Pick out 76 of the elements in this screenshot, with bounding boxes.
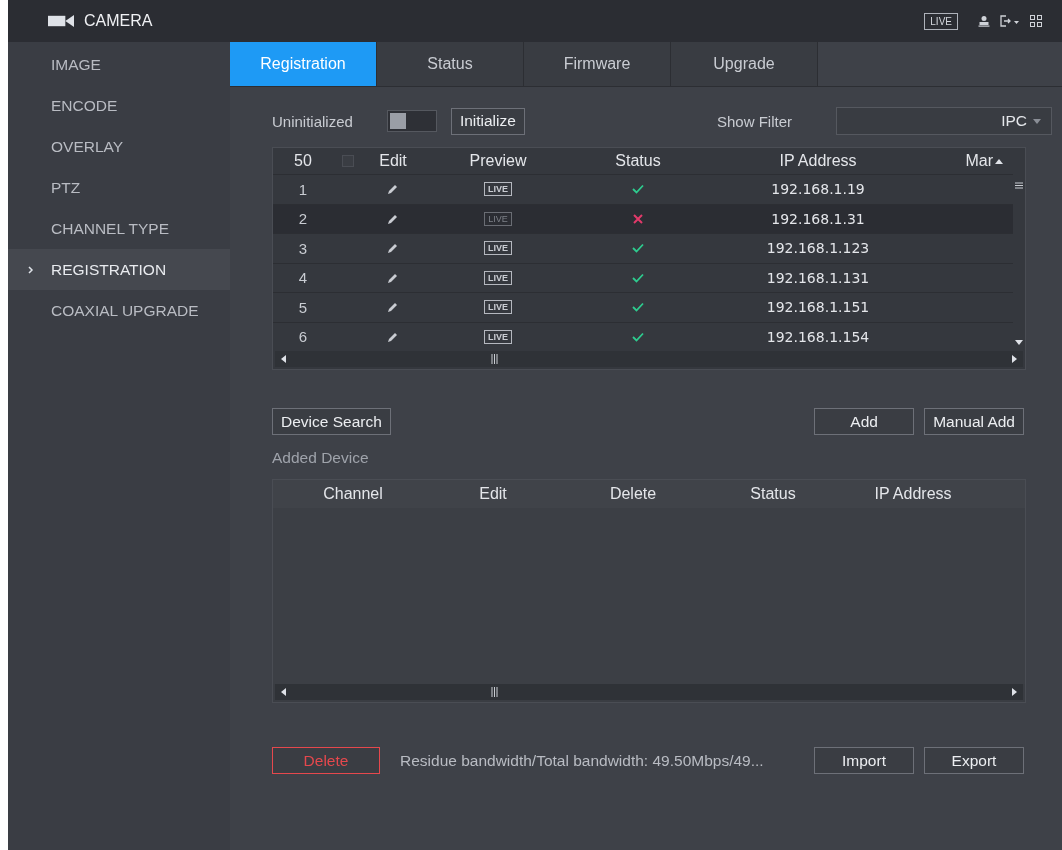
row-number: 6	[297, 328, 309, 346]
scroll-right-icon[interactable]	[1012, 688, 1017, 696]
grid-icon[interactable]	[1030, 15, 1042, 27]
scroll-up-icon[interactable]	[995, 158, 1003, 164]
sidebar-item[interactable]: OVERLAY	[8, 126, 230, 167]
live-preview-button[interactable]: LIVE	[484, 211, 512, 226]
camera-icon	[48, 14, 74, 28]
column-header: Edit	[378, 152, 408, 170]
ip-address: 192.168.1.151	[765, 299, 871, 316]
bandwidth-text: Residue bandwidth/Total bandwidth: 49.50Mbps/49...	[400, 751, 764, 770]
ip-address: 192.168.1.19	[770, 181, 866, 198]
row-number: 3	[297, 239, 309, 257]
row-number: 4	[297, 269, 309, 287]
scroll-right-icon[interactable]	[1012, 355, 1017, 363]
chevron-icon	[28, 265, 34, 274]
scroll-handle-icon[interactable]	[491, 687, 498, 697]
column-header: Edit	[478, 485, 508, 503]
column-header: Preview	[468, 152, 528, 170]
sidebar-item[interactable]: COAXIAL UPGRADE	[8, 290, 230, 331]
row-number: 1	[297, 180, 309, 198]
sidebar-item[interactable]: PTZ	[8, 167, 230, 208]
sidebar-item[interactable]: IMAGE	[8, 44, 230, 85]
sidebar-item[interactable]: CHANNEL TYPE	[8, 208, 230, 249]
manual-add-button[interactable]: Manual Add	[924, 408, 1024, 435]
scroll-down-icon[interactable]	[1015, 340, 1023, 345]
scroll-left-icon[interactable]	[281, 355, 286, 363]
ip-address: 192.168.1.131	[765, 269, 871, 286]
live-button[interactable]: LIVE	[924, 12, 958, 30]
pencil-icon[interactable]	[387, 212, 399, 225]
device-search-button[interactable]: Device Search	[272, 408, 391, 435]
uninitialized-label: Uninitialized	[272, 112, 353, 130]
section-title: Added Device	[272, 449, 370, 467]
logout-icon[interactable]	[1000, 15, 1020, 27]
column-header: Channel	[322, 485, 384, 503]
column-header: 50	[293, 152, 313, 170]
horizontal-scrollbar[interactable]	[275, 684, 1023, 700]
column-header: IP Address	[778, 152, 858, 170]
pencil-icon[interactable]	[387, 271, 399, 284]
sidebar-item[interactable]: REGISTRATION	[8, 249, 230, 290]
column-header: IP Address	[873, 485, 953, 503]
column-header: Mar	[964, 152, 993, 170]
pencil-icon[interactable]	[387, 183, 399, 196]
pencil-icon[interactable]	[387, 242, 399, 255]
toggle-switch[interactable]	[386, 110, 437, 132]
tab[interactable]: Upgrade	[671, 42, 818, 86]
row-number: 5	[297, 298, 309, 316]
pencil-icon[interactable]	[387, 330, 399, 343]
filter-label: Show Filter	[716, 112, 792, 130]
sidebar-item[interactable]: ENCODE	[8, 85, 230, 126]
tab[interactable]: Firmware	[524, 42, 671, 86]
ip-address: 192.168.1.154	[765, 328, 871, 345]
ip-address: 192.168.1.31	[770, 210, 866, 227]
column-header: Status	[749, 485, 797, 503]
row-number: 2	[297, 210, 309, 228]
filter-dropdown[interactable]: IPC	[836, 107, 1052, 135]
caret-icon	[1033, 118, 1041, 124]
add-button[interactable]: Add	[814, 408, 915, 435]
page-title: CAMERA	[84, 12, 153, 30]
initialize-button[interactable]: Initialize	[450, 107, 525, 135]
scroll-handle-icon[interactable]	[1015, 182, 1023, 189]
column-header: Status	[614, 152, 662, 170]
column-header: Delete	[608, 485, 658, 503]
pencil-icon[interactable]	[387, 301, 399, 314]
live-preview-button[interactable]: LIVE	[484, 329, 512, 344]
import-button[interactable]: Import	[814, 747, 914, 774]
live-preview-button[interactable]: LIVE	[484, 300, 512, 315]
live-preview-button[interactable]: LIVE	[484, 241, 512, 256]
live-preview-button[interactable]: LIVE	[484, 270, 512, 285]
horizontal-scrollbar[interactable]	[275, 351, 1023, 367]
ip-address: 192.168.1.123	[765, 240, 871, 257]
export-button[interactable]: Export	[924, 747, 1024, 774]
scroll-left-icon[interactable]	[281, 688, 286, 696]
tab[interactable]: Status	[377, 42, 524, 86]
scroll-handle-icon[interactable]	[491, 354, 498, 364]
user-icon[interactable]	[978, 15, 990, 27]
live-preview-button[interactable]: LIVE	[484, 182, 512, 197]
